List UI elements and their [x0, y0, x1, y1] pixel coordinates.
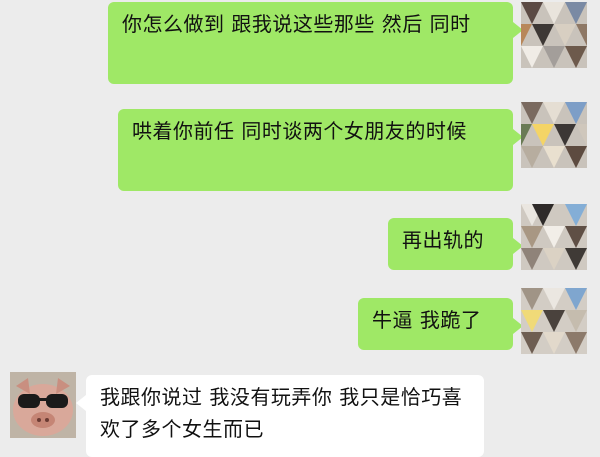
message-text: 我跟你说过 我没有玩弄你 我只是恰巧喜欢了多个女生而已 — [100, 385, 463, 441]
sent-message-bubble[interactable]: 哄着你前任 同时谈两个女朋友的时候 — [118, 109, 523, 191]
sent-message-bubble[interactable]: 你怎么做到 跟我说这些那些 然后 同时 — [108, 2, 523, 84]
sent-message-bubble[interactable]: 牛逼 我跪了 — [358, 298, 523, 350]
message-text: 再出轨的 — [402, 228, 484, 252]
self-avatar[interactable] — [521, 204, 587, 270]
geometric-triangles-avatar-icon — [521, 2, 587, 68]
chat-conversation: 你怎么做到 跟我说这些那些 然后 同时 哄着你前任 同时谈两个女朋友的时候 再出… — [0, 0, 600, 457]
message-text: 哄着你前任 同时谈两个女朋友的时候 — [132, 119, 467, 143]
geometric-triangles-avatar-icon — [521, 204, 587, 270]
message-text: 牛逼 我跪了 — [372, 308, 482, 332]
received-message-bubble[interactable]: 我跟你说过 我没有玩弄你 我只是恰巧喜欢了多个女生而已 — [76, 375, 484, 457]
contact-avatar[interactable] — [10, 372, 76, 438]
self-avatar[interactable] — [521, 288, 587, 354]
geometric-triangles-avatar-icon — [521, 288, 587, 354]
geometric-triangles-avatar-icon — [521, 102, 587, 168]
self-avatar[interactable] — [521, 102, 587, 168]
pig-with-sunglasses-avatar-icon — [10, 372, 76, 438]
self-avatar[interactable] — [521, 2, 587, 68]
message-text: 你怎么做到 跟我说这些那些 然后 同时 — [122, 12, 471, 36]
sent-message-bubble[interactable]: 再出轨的 — [388, 218, 523, 270]
